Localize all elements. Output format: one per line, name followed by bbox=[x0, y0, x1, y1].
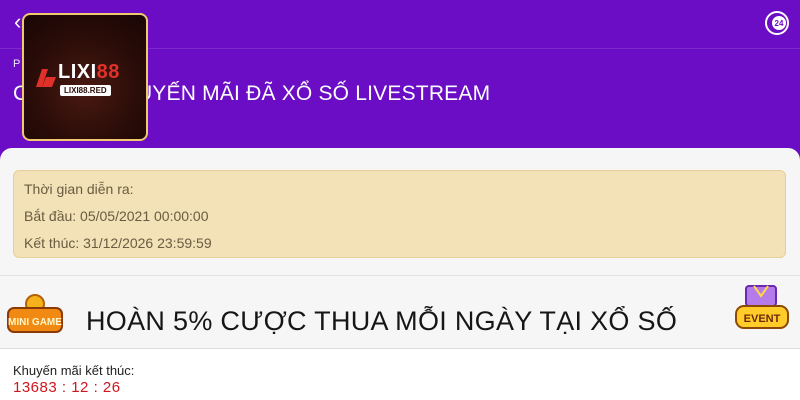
mini-game-label: MINI GAME bbox=[8, 317, 62, 328]
event-label: EVENT bbox=[744, 313, 781, 325]
countdown-label: Khuyến mãi kết thúc: bbox=[13, 363, 135, 378]
countdown-timer: 13683 : 12 : 26 bbox=[13, 379, 121, 396]
countdown-bar: Khuyến mãi kết thúc: 13683 : 12 : 26 bbox=[0, 348, 800, 400]
promo-heading: HOÀN 5% CƯỢC THUA MỖI NGÀY TẠI XỔ SỐ bbox=[86, 306, 678, 336]
logo-mark-icon bbox=[36, 69, 56, 87]
event-start-time: Bắt đầu: 05/05/2021 00:00:00 bbox=[24, 208, 209, 224]
mini-game-badge[interactable]: MINI GAME bbox=[6, 290, 64, 336]
event-end-time: Kết thúc: 31/12/2026 23:59:59 bbox=[24, 235, 212, 251]
support-24h-icon[interactable]: 24 bbox=[764, 10, 790, 36]
support-badge-text: 24 bbox=[775, 19, 784, 28]
breadcrumb-label: P bbox=[13, 58, 21, 70]
event-time-heading: Thời gian diễn ra: bbox=[24, 181, 134, 197]
content-divider bbox=[0, 275, 800, 276]
event-time-box: Thời gian diễn ra: Bắt đầu: 05/05/2021 0… bbox=[13, 170, 786, 258]
lixi88-logo: LIXI88 LIXI88.RED bbox=[22, 13, 148, 141]
logo-domain: LIXI88.RED bbox=[60, 85, 111, 96]
logo-text-88: 88 bbox=[96, 61, 120, 83]
logo-wordmark: LIXI88 bbox=[58, 61, 120, 84]
logo-text-lixi: LIXI bbox=[58, 61, 97, 83]
event-badge[interactable]: EVENT bbox=[732, 282, 792, 332]
